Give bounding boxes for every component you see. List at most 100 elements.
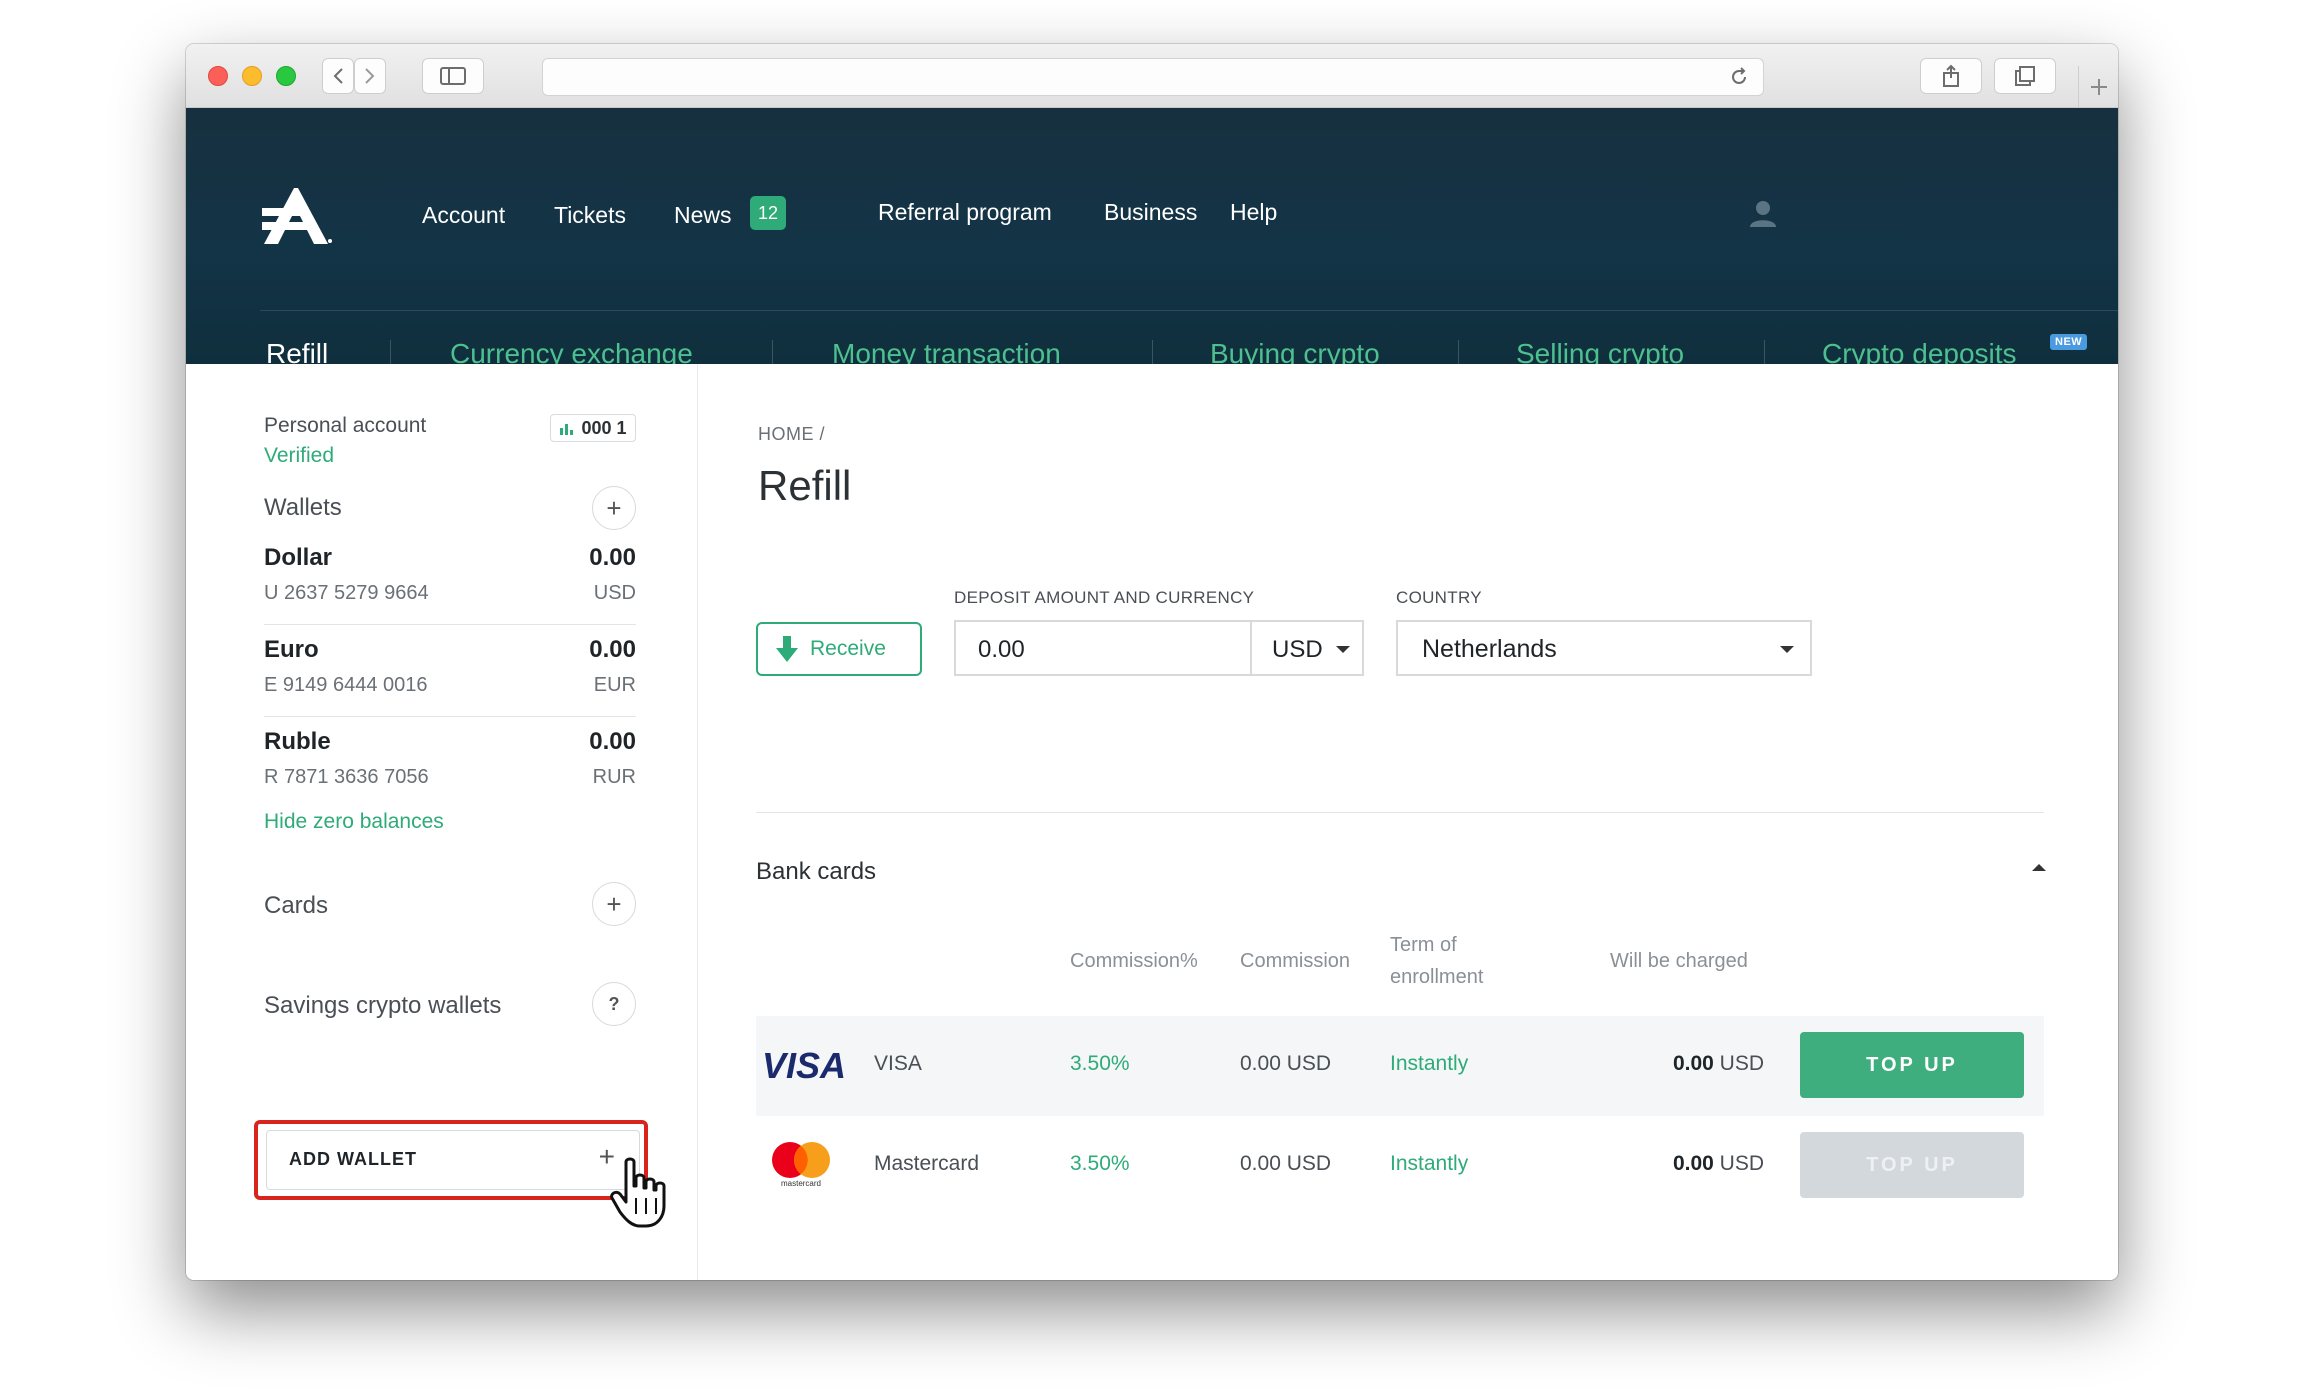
wallet-currency: USD [593,582,636,604]
charged-value: 0.00 USD [1673,1152,1764,1176]
deposit-amount-value: 0.00 [978,636,1025,663]
forward-button[interactable] [354,58,386,94]
mastercard-logo: mastercard [772,1142,830,1188]
wallet-account: R 7871 3636 7056 [264,766,429,788]
wallet-item[interactable]: Euro 0.00 E 9149 6444 0016 EUR [264,636,636,728]
table-row: VISA VISA 3.50% 0.00 USD Instantly 0.00 … [756,1016,2044,1116]
wallet-name: Dollar [264,544,333,571]
wallet-item[interactable]: Ruble 0.00 R 7871 3636 7056 RUR [264,728,636,820]
plus-icon: + [606,492,622,523]
term-value: Instantly [1390,1152,1469,1175]
wallet-amount: 0.00 [589,728,636,755]
column-will-be-charged: Will be charged [1610,950,1748,972]
add-card-button[interactable]: + [592,882,636,926]
section-divider [756,812,2044,813]
close-window-button[interactable] [208,66,228,86]
collapse-caret-icon[interactable] [2032,864,2046,871]
account-number: 000 1 [581,417,627,438]
sidebar: Personal account Verified 000 1 Wallets … [186,364,698,1280]
zoom-window-button[interactable] [276,66,296,86]
bank-cards-title[interactable]: Bank cards [756,858,876,886]
page-title: Refill [758,462,852,509]
main-panel: HOME / Refill DEPOSIT AMOUNT AND CURRENC… [698,364,2118,1280]
nav-business[interactable]: Business [1104,199,1197,226]
charged-amount: 0.00 [1672,1152,1714,1175]
visa-logo-text: VISA [762,1046,846,1084]
deposit-amount-input[interactable]: 0.00 [954,620,1250,676]
wallet-item[interactable]: Dollar 0.00 U 2637 5279 9664 USD [264,544,636,636]
verification-status: Verified [264,444,335,467]
new-tab-button[interactable] [2078,66,2118,108]
receive-label: Receive [810,637,886,660]
currency-select[interactable]: USD [1250,620,1364,676]
tabs-icon [2015,66,2035,86]
share-button[interactable] [1920,58,1982,94]
mastercard-logo-text: mastercard [781,1179,821,1188]
forward-icon [365,68,375,84]
currency-value: USD [1272,636,1323,663]
column-term-line2: enrollment [1390,966,1484,988]
deposit-amount-label: DEPOSIT AMOUNT AND CURRENCY [954,588,1255,607]
header-divider [260,310,2118,311]
address-bar[interactable] [542,58,1764,96]
nav-help[interactable]: Help [1230,199,1277,226]
tabs-overview-button[interactable] [1994,58,2056,94]
browser-window: Account Tickets News 12 Referral program… [186,44,2118,1280]
country-value: Netherlands [1422,635,1557,663]
top-navigation: Account Tickets News 12 Referral program… [186,196,2118,232]
new-badge: NEW [2050,334,2088,350]
add-wallet-button[interactable]: ADD WALLET + [266,1130,640,1190]
hide-zero-balances-link[interactable]: Hide zero balances [264,810,444,834]
share-icon [1943,64,1959,87]
sidebar-toggle-button[interactable] [422,58,484,94]
wallets-title: Wallets [264,494,342,521]
country-label: COUNTRY [1396,588,1482,607]
signal-bars-icon [560,424,574,435]
commission-percent: 3.50% [1070,1152,1130,1175]
plus-icon: + [606,888,622,919]
breadcrumb[interactable]: HOME / [758,424,825,445]
wallet-name: Ruble [264,728,331,755]
card-name: VISA [874,1052,922,1075]
nav-news[interactable]: News [674,202,732,229]
top-up-mastercard-button[interactable]: TOP UP [1800,1132,2024,1198]
news-count-badge: 12 [750,196,787,230]
country-select[interactable]: Netherlands [1396,620,1812,676]
account-number-chip[interactable]: 000 1 [550,414,636,442]
commission-percent: 3.50% [1070,1052,1130,1075]
commission-value: 0.00 USD [1240,1152,1332,1175]
wallet-currency: EUR [593,674,636,696]
charged-currency: USD [1719,1052,1764,1075]
card-name: Mastercard [874,1152,980,1175]
cards-title: Cards [264,892,329,919]
reload-icon[interactable] [1729,67,1749,87]
nav-tickets[interactable]: Tickets [554,202,626,229]
chevron-down-icon [1336,646,1350,653]
wallet-account: E 9149 6444 0016 [264,674,428,696]
wallet-account: U 2637 5279 9664 [264,582,429,604]
column-commission-percent: Commission% [1070,950,1198,972]
wallet-amount: 0.00 [589,544,636,571]
hand-cursor-icon [610,1157,666,1228]
charged-value: 0.00 USD [1673,1052,1764,1076]
nav-referral-program[interactable]: Referral program [878,199,1052,226]
savings-crypto-title: Savings crypto wallets [264,992,502,1019]
chevron-down-icon [1780,646,1794,653]
sidebar-icon [440,67,466,85]
column-term-line1: Term of [1390,934,1457,956]
user-icon[interactable] [1748,198,1778,228]
divider [264,716,636,717]
page-content: Personal account Verified 000 1 Wallets … [186,364,2118,1280]
top-up-visa-button[interactable]: TOP UP [1800,1032,2024,1098]
savings-help-button[interactable]: ? [592,982,636,1026]
receive-button[interactable]: Receive [756,622,922,676]
wallet-amount: 0.00 [589,636,636,663]
add-wallet-plus-button[interactable]: + [592,486,636,530]
minimize-window-button[interactable] [242,66,262,86]
term-value: Instantly [1390,1052,1469,1075]
site-header: Account Tickets News 12 Referral program… [186,108,2118,376]
nav-account[interactable]: Account [422,202,505,229]
back-button[interactable] [322,58,354,94]
divider [264,624,636,625]
back-icon [333,68,343,84]
